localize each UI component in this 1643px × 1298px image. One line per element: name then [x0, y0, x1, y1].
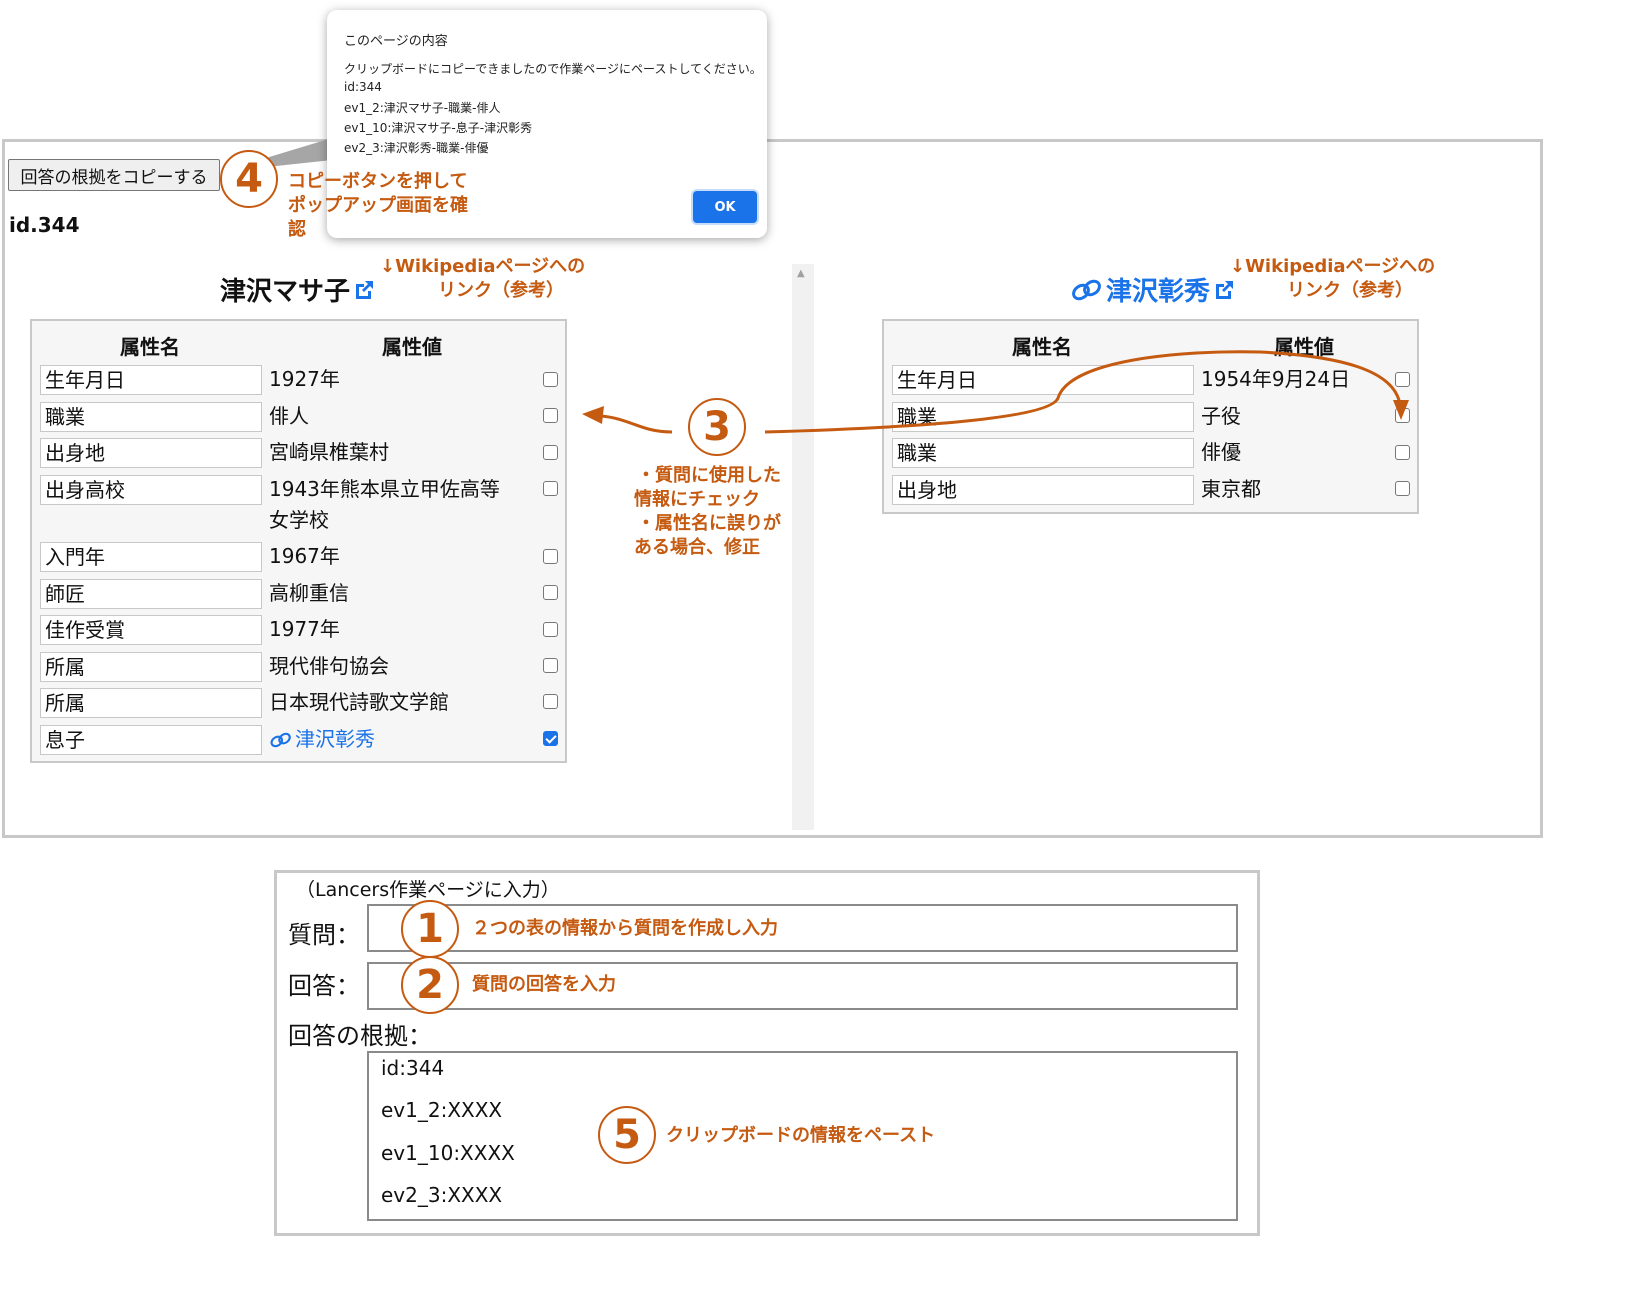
step-3-text-3: ・属性名に誤りが: [637, 513, 781, 534]
step-5-text: クリップボードの情報をペースト: [666, 1125, 936, 1146]
step-1-circle: 1: [401, 900, 459, 958]
evidence-label: 回答の根拠：: [288, 1022, 432, 1050]
step-3-text-1: ・質問に使用した: [637, 465, 781, 486]
step-5-circle: 5: [598, 1106, 656, 1164]
form-caption: （Lancers作業ページに入力）: [296, 879, 560, 901]
question-label: 質問：: [288, 921, 360, 949]
step-3-text-2: 情報にチェック: [634, 489, 760, 510]
evidence-line-0: id:344: [381, 1056, 445, 1080]
step-2-circle: 2: [401, 956, 459, 1014]
evidence-line-1: ev1_2:XXXX: [381, 1098, 503, 1122]
step-1-text: ２つの表の情報から質問を作成し入力: [472, 918, 778, 939]
evidence-line-2: ev1_10:XXXX: [381, 1141, 515, 1165]
evidence-line-3: ev2_3:XXXX: [381, 1183, 503, 1207]
step-3-circle: 3: [688, 398, 746, 456]
step-3-text-4: ある場合、修正: [634, 537, 760, 558]
step-2-text: 質問の回答を入力: [472, 974, 616, 995]
answer-label: 回答：: [288, 972, 360, 1000]
